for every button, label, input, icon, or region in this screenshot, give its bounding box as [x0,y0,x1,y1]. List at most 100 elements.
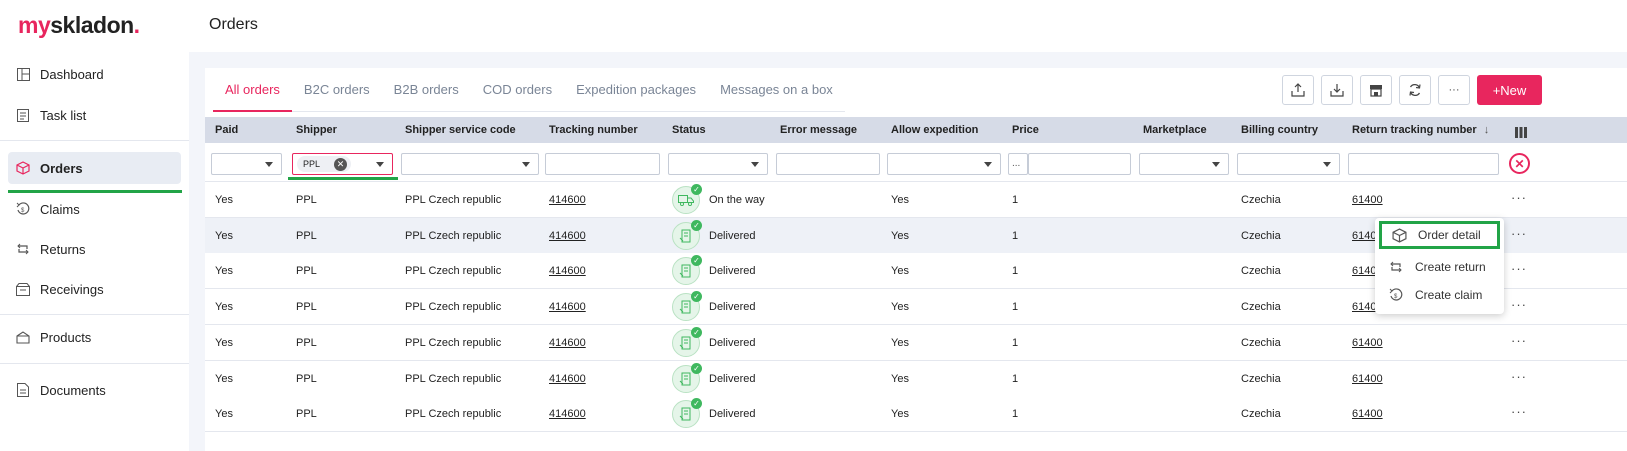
col-return-tracking-number[interactable]: Return tracking number ↓ [1352,124,1489,136]
col-paid[interactable]: Paid [215,124,238,136]
paid-cell: Yes [215,408,233,421]
sidebar-item-label: Documents [40,382,106,398]
clear-filters-icon[interactable]: ✕ [1509,153,1530,174]
return-tracking-link[interactable]: 61400 [1352,408,1383,420]
shipper-cell: PPL [296,265,317,278]
status-cell: Delivered [709,372,756,385]
tab-all-orders[interactable]: All orders [213,82,292,112]
col-tracking-number[interactable]: Tracking number [549,124,638,136]
menu-item-label: Order detail [1418,228,1481,242]
row-actions-button[interactable]: ··· [1511,297,1527,312]
return-icon [1389,260,1405,274]
brand-logo[interactable]: myskladon. [18,12,140,39]
delivered-status-icon: ✓ [672,255,702,286]
status-cell: Delivered [709,229,756,242]
return-tracking-link[interactable]: 6140 [1352,265,1376,277]
row-actions-button[interactable]: ··· [1511,404,1527,419]
tab-expedition-packages[interactable]: Expedition packages [564,82,708,112]
service-code-filter[interactable] [401,153,539,175]
tracking-number-link[interactable]: 414600 [549,301,586,313]
sidebar-item-receivings[interactable]: Receivings [8,273,181,305]
sidebar-item-products[interactable]: Products [8,321,181,353]
sidebar-item-task-list[interactable]: Task list [8,99,181,131]
tracking-number-link[interactable]: 414600 [549,373,586,385]
row-actions-button[interactable]: ··· [1511,190,1527,205]
return-tracking-link[interactable]: 61400 [1352,373,1383,385]
service-code-cell: PPL Czech republic [405,229,502,242]
delivered-status-icon: ✓ [672,362,702,393]
billing-country-cell: Czechia [1241,336,1281,349]
sidebar-item-orders[interactable]: Orders [8,152,181,184]
tab-messages-on-a-box[interactable]: Messages on a box [708,82,845,112]
refresh-button[interactable] [1399,75,1431,105]
col-price[interactable]: Price [1012,124,1039,136]
new-order-button[interactable]: +New [1477,75,1542,105]
sidebar-item-claims[interactable]: $ Claims [8,193,181,225]
tracking-number-filter[interactable] [545,153,660,175]
row-actions-button[interactable]: ··· [1511,369,1527,384]
return-tracking-link[interactable]: 61400 [1352,194,1383,206]
billing-country-cell: Czechia [1241,372,1281,385]
chevron-down-icon [265,162,273,167]
marketplace-filter[interactable] [1139,153,1229,175]
delivered-status-icon: ✓ [672,291,702,322]
order-detail-menu-item[interactable]: Order detail [1379,221,1500,249]
tab-b2c-orders[interactable]: B2C orders [292,82,382,112]
tracking-number-link[interactable]: 414600 [549,265,586,277]
more-label: ··· [1448,84,1460,96]
return-tracking-link[interactable]: 6140 [1352,230,1376,242]
sidebar-item-documents[interactable]: Documents [8,374,181,406]
chevron-down-icon [1323,162,1331,167]
col-shipper[interactable]: Shipper [296,124,337,136]
paid-filter[interactable] [211,153,282,175]
export-button[interactable] [1282,75,1314,105]
sidebar-item-label: Orders [40,160,83,176]
top-bar: Orders [189,0,1627,52]
store-button[interactable] [1360,75,1392,105]
return-tracking-link[interactable]: 6140 [1352,301,1376,313]
return-tracking-filter[interactable] [1348,153,1499,175]
allow-expedition-filter[interactable] [887,153,1001,175]
tracking-number-link[interactable]: 414600 [549,194,586,206]
billing-country-filter[interactable] [1237,153,1340,175]
col-status[interactable]: Status [672,124,706,136]
row-actions-button[interactable]: ··· [1511,226,1527,241]
col-error-message[interactable]: Error message [780,124,857,136]
row-actions-button[interactable]: ··· [1511,261,1527,276]
remove-chip-icon[interactable]: ✕ [334,157,348,171]
tab-b2b-orders[interactable]: B2B orders [382,82,471,112]
price-filter[interactable] [1028,153,1131,175]
table-row[interactable]: ✓ Yes PPL PPL Czech republic 414600 Delivered… [205,324,1627,361]
error-message-filter[interactable] [776,153,880,175]
return-tracking-link[interactable]: 61400 [1352,337,1383,349]
tracking-number-link[interactable]: 414600 [549,408,586,420]
table-row[interactable]: ✓ Yes PPL PPL Czech republic 414600 Delivered… [205,396,1627,433]
price-cell: 1 [1012,408,1019,421]
row-actions-button[interactable]: ··· [1511,333,1527,348]
col-billing-country[interactable]: Billing country [1241,124,1318,136]
table-row[interactable]: ✓ Yes PPL PPL Czech republic 414600 Delivered… [205,360,1627,397]
store-icon [1370,85,1382,97]
billing-country-cell: Czechia [1241,265,1281,278]
status-filter[interactable] [668,153,768,175]
col-allow-expedition[interactable]: Allow expedition [891,124,978,136]
tab-cod-orders[interactable]: COD orders [471,82,564,112]
col-marketplace[interactable]: Marketplace [1143,124,1207,136]
tracking-number-link[interactable]: 414600 [549,337,586,349]
table-row[interactable]: ✓ Yes PPL PPL Czech republic 414600 On the wa… [205,182,1627,218]
tracking-number-link[interactable]: 414600 [549,230,586,242]
sidebar-item-returns[interactable]: Returns [8,233,181,265]
import-button[interactable] [1321,75,1353,105]
menu-item-label: Create return [1415,260,1486,274]
price-operator-select[interactable]: ... [1008,153,1028,175]
shipper-cell: PPL [296,229,317,242]
col-shipper-service-code[interactable]: Shipper service code [405,124,516,136]
more-actions-button[interactable]: ··· [1438,75,1470,105]
shipper-filter[interactable]: PPL ✕ [292,153,393,175]
row-context-menu: Order detail Create return $ Create clai… [1375,218,1504,314]
sidebar-item-dashboard[interactable]: Dashboard [8,58,181,90]
sidebar-item-label: Receivings [40,281,104,297]
create-claim-menu-item[interactable]: $ Create claim [1379,281,1500,309]
columns-settings-icon[interactable] [1515,125,1527,143]
create-return-menu-item[interactable]: Create return [1379,253,1500,281]
